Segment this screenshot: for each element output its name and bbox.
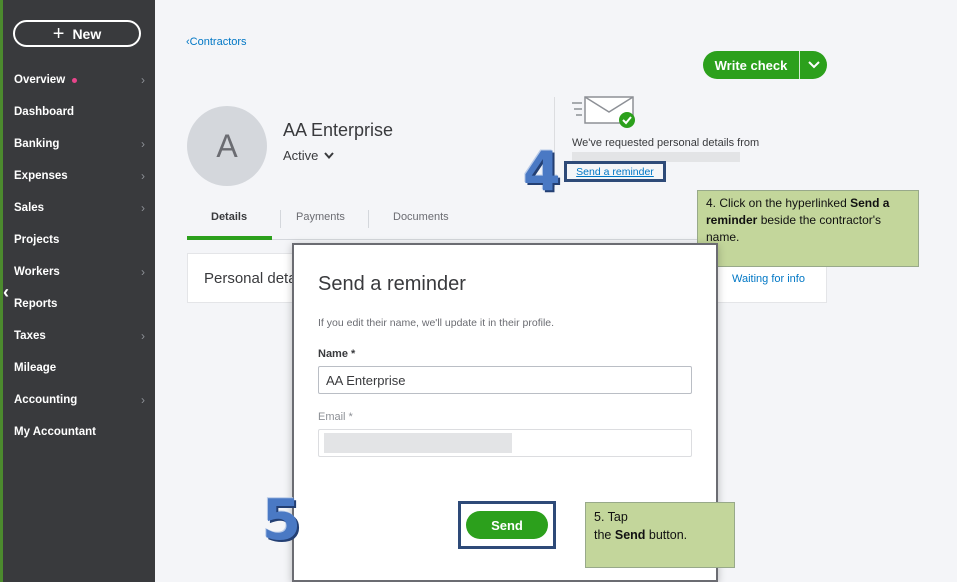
tab-bar: Details Payments Documents: [187, 205, 709, 240]
chevron-right-icon: ›: [141, 201, 145, 215]
sidebar-item-expenses[interactable]: Expenses ›: [3, 160, 158, 192]
sidebar-item-label: Overview: [14, 74, 66, 86]
sidebar-item-projects[interactable]: Projects: [3, 224, 158, 256]
chevron-right-icon: ›: [141, 265, 145, 279]
sidebar-item-label: Dashboard: [14, 106, 75, 118]
chevron-right-icon: ›: [141, 137, 145, 151]
chevron-right-icon: ›: [141, 73, 145, 87]
chevron-right-icon: ›: [141, 169, 145, 183]
name-field[interactable]: [318, 366, 692, 394]
sidebar-item-label: Taxes: [14, 330, 46, 342]
email-label: Email *: [318, 411, 353, 423]
callout-text: the: [594, 528, 615, 542]
sidebar-item-label: Mileage: [14, 362, 57, 374]
sidebar-item-banking[interactable]: Banking ›: [3, 128, 158, 160]
dialog-help-text: If you edit their name, we'll update it …: [318, 317, 555, 329]
callout-bold: Send: [614, 528, 646, 542]
sidebar-item-mileage[interactable]: Mileage: [3, 352, 158, 384]
sidebar-nav: Overview › Dashboard Banking › Expenses › S…: [3, 64, 158, 448]
envelope-check-icon: [572, 96, 635, 128]
send-button-highlight: Send: [458, 501, 556, 549]
sidebar-item-label: Expenses: [14, 170, 68, 182]
callout-text: button.: [645, 528, 688, 542]
sidebar-item-label: Accounting: [14, 394, 78, 406]
sidebar-item-label: Reports: [14, 298, 58, 310]
callout-step-4: 4. Click on the hyperlinked Send a remin…: [697, 190, 919, 267]
step-5-marker: 5: [262, 488, 301, 553]
tab-payments[interactable]: Payments: [296, 211, 345, 223]
active-tab-indicator: [187, 236, 272, 240]
sidebar-item-accounting[interactable]: Accounting ›: [3, 384, 158, 416]
request-status-text: We've requested personal details from: [572, 137, 760, 149]
sidebar-item-label: Banking: [14, 138, 60, 150]
notification-dot: [72, 77, 78, 83]
waiting-for-info-link[interactable]: Waiting for info: [732, 273, 805, 285]
sidebar-item-reports[interactable]: Reports: [3, 288, 158, 320]
write-check-button-group: Write check: [703, 51, 827, 79]
status-label: Active: [283, 148, 319, 163]
chevron-right-icon: ›: [141, 393, 145, 407]
redacted-email: [324, 433, 512, 453]
name-label: Name *: [318, 348, 356, 360]
breadcrumb-link[interactable]: Contractors: [190, 36, 247, 48]
write-check-button[interactable]: Write check: [703, 58, 799, 73]
avatar: A: [187, 106, 267, 186]
chevron-down-icon[interactable]: [800, 58, 827, 72]
send-button[interactable]: Send: [466, 511, 548, 539]
button-divider: [799, 51, 800, 79]
email-field[interactable]: [318, 429, 692, 457]
callout-text: 4. Click on the hyperlinked: [706, 196, 851, 210]
chevron-down-icon: [324, 152, 334, 160]
tab-details[interactable]: Details: [211, 211, 247, 223]
dialog-title: Send a reminder: [318, 273, 466, 295]
tab-divider: [368, 210, 369, 228]
callout-step-5: 5. Tap the Send button.: [585, 502, 735, 568]
new-button-label: New: [72, 25, 102, 42]
sidebar-item-label: Projects: [14, 234, 60, 246]
breadcrumb[interactable]: ‹Contractors: [186, 36, 247, 48]
collapse-sidebar-icon[interactable]: ‹: [3, 282, 9, 303]
step-4-marker: 4: [523, 140, 561, 203]
sidebar-item-workers[interactable]: Workers ›: [3, 256, 158, 288]
sidebar-item-label: Workers: [14, 266, 60, 278]
sidebar-item-dashboard[interactable]: Dashboard: [3, 96, 158, 128]
sidebar-item-taxes[interactable]: Taxes ›: [3, 320, 158, 352]
chevron-right-icon: ›: [141, 329, 145, 343]
sidebar-item-overview[interactable]: Overview ›: [3, 64, 158, 96]
sidebar-item-my-accountant[interactable]: My Accountant: [3, 416, 158, 448]
contractor-name: AA Enterprise: [283, 120, 394, 140]
tab-documents[interactable]: Documents: [393, 211, 449, 223]
sidebar-item-label: My Accountant: [14, 426, 96, 438]
status-dropdown[interactable]: Active: [283, 148, 334, 163]
sidebar-item-sales[interactable]: Sales ›: [3, 192, 158, 224]
plus-icon: +: [52, 22, 65, 45]
sidebar: + New Overview › Dashboard Banking › Expen…: [0, 0, 155, 582]
tab-divider: [280, 210, 281, 228]
new-button[interactable]: + New: [13, 20, 141, 47]
send-reminder-link[interactable]: Send a reminder: [576, 166, 654, 178]
callout-text: 5. Tap: [594, 510, 628, 524]
send-reminder-highlight: Send a reminder: [564, 161, 666, 182]
sidebar-item-label: Sales: [14, 202, 45, 214]
